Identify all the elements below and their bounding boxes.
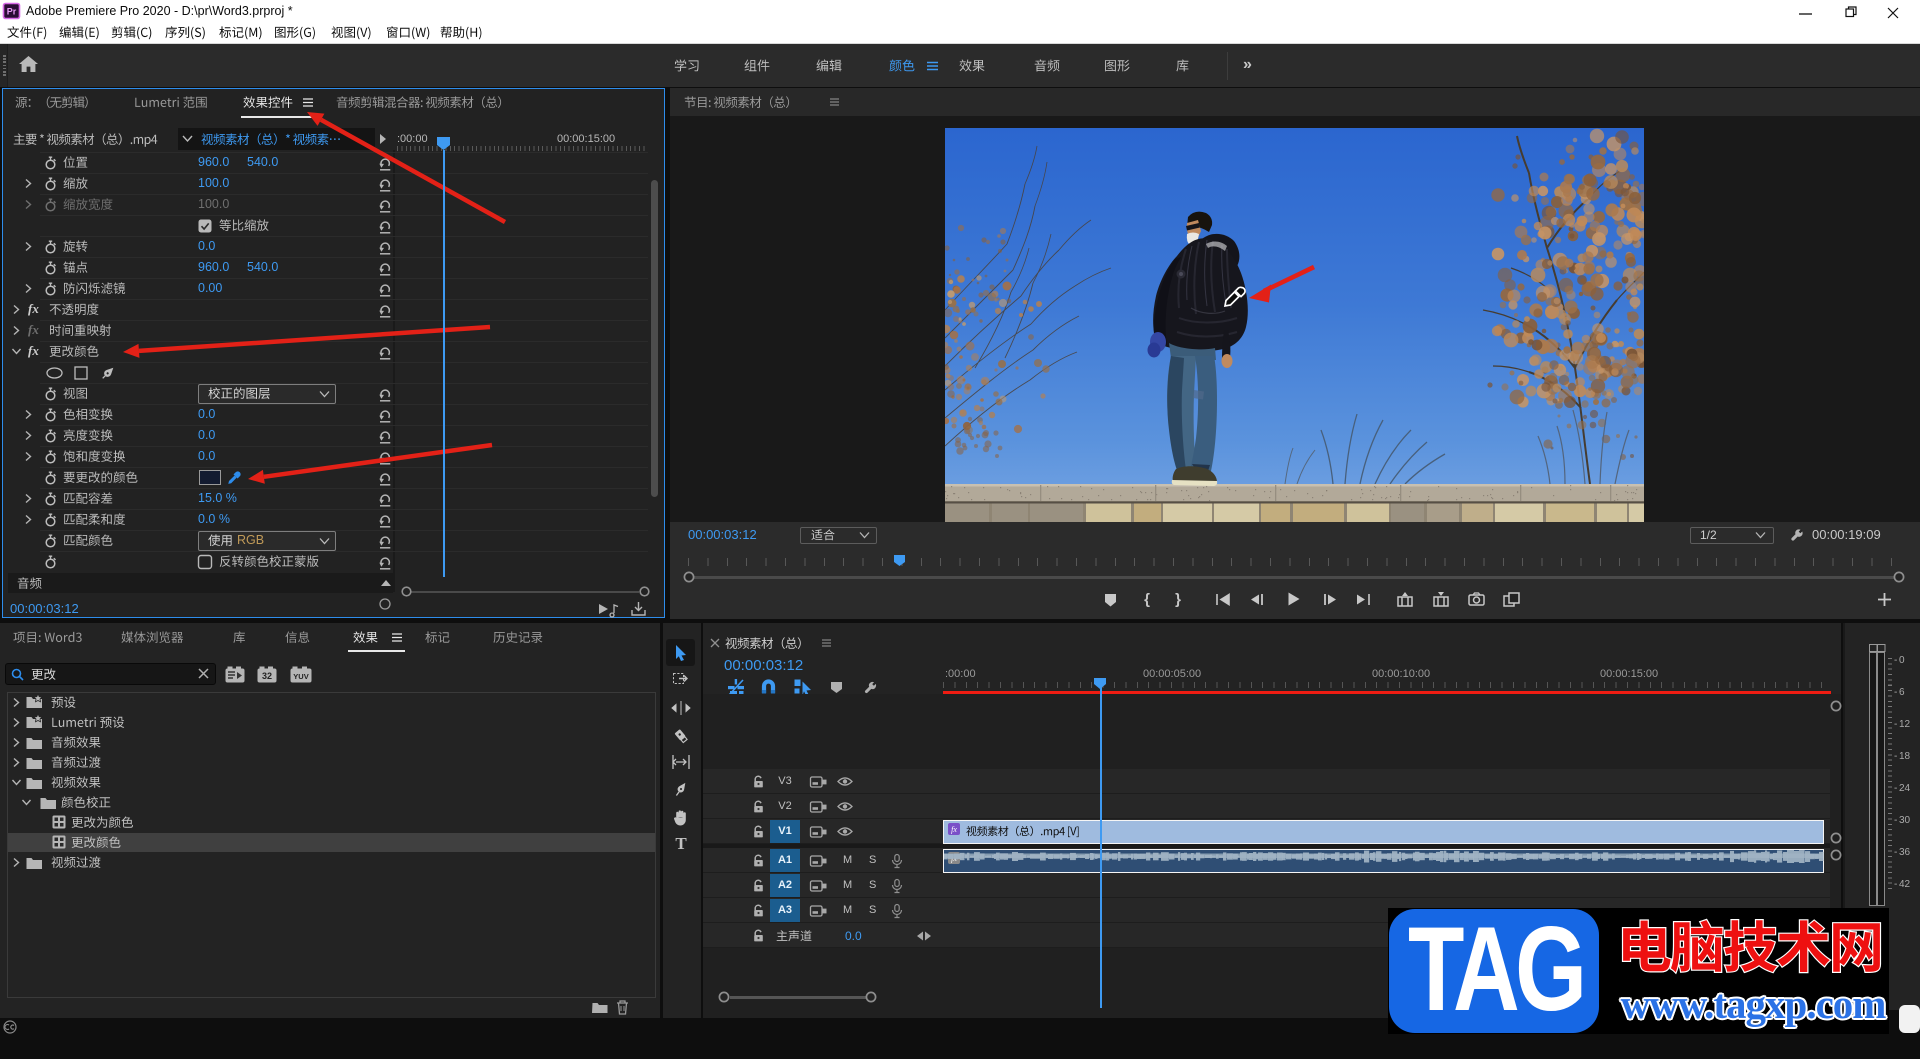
svg-text:Pr: Pr xyxy=(7,7,17,17)
svg-text:YUV: YUV xyxy=(293,672,308,681)
svg-text:32: 32 xyxy=(262,671,272,681)
svg-text:fx: fx xyxy=(951,825,957,834)
